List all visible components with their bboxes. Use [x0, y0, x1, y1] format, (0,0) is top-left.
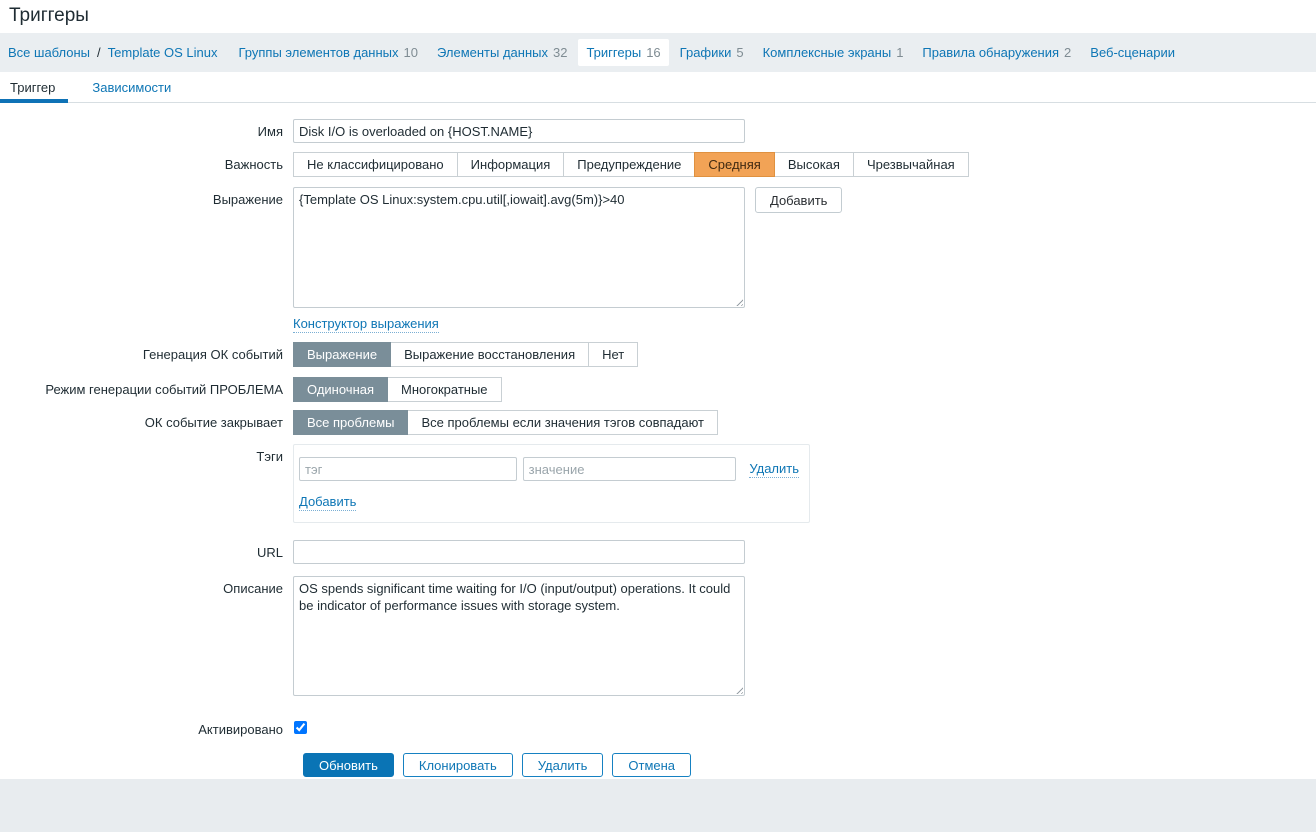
enabled-checkbox[interactable]	[294, 721, 307, 734]
tab-bar: Триггер Зависимости	[0, 72, 1316, 103]
nav-item-triggers[interactable]: Триггеры 16	[578, 39, 669, 66]
nav-item-label: Правила обнаружения	[922, 45, 1060, 60]
nav-item-web-scenarios[interactable]: Веб-сценарии	[1082, 39, 1183, 66]
page: Триггеры Все шаблоны / Template OS Linux…	[0, 0, 1316, 779]
ok-event-closes-label: ОК событие закрывает	[144, 415, 283, 430]
breadcrumb-template-link[interactable]: Template OS Linux	[108, 45, 218, 60]
ok-event-generation-expression[interactable]: Выражение	[293, 342, 392, 367]
nav-item-label: Веб-сценарии	[1090, 45, 1176, 60]
severity-option-warning[interactable]: Предупреждение	[563, 152, 696, 177]
nav-item-count: 2	[1064, 45, 1072, 60]
tags-container: Удалить Добавить	[293, 444, 810, 523]
nav-item-discovery-rules[interactable]: Правила обнаружения 2	[914, 39, 1079, 66]
nav-item-count: 1	[896, 45, 904, 60]
page-title: Триггеры	[9, 5, 89, 26]
nav-item-count: 16	[646, 45, 661, 60]
severity-group: Не классифицировано Информация Предупреж…	[293, 152, 969, 177]
tab-dependencies[interactable]: Зависимости	[82, 72, 184, 102]
expression-add-button[interactable]: Добавить	[755, 187, 843, 213]
nav-item-label: Триггеры	[586, 45, 642, 60]
ok-event-generation-group: Выражение Выражение восстановления Нет	[293, 342, 639, 367]
severity-option-disaster[interactable]: Чрезвычайная	[852, 152, 969, 177]
enabled-label: Активировано	[198, 722, 283, 737]
breadcrumb-nav-bar: Все шаблоны / Template OS Linux Группы э…	[0, 33, 1316, 72]
nav-item-label: Элементы данных	[436, 45, 548, 60]
breadcrumb-all-templates-link[interactable]: Все шаблоны	[8, 45, 90, 60]
clone-button[interactable]: Клонировать	[402, 753, 513, 777]
delete-button[interactable]: Удалить	[521, 753, 604, 777]
ok-event-closes-group: Все проблемы Все проблемы если значения …	[293, 410, 719, 435]
severity-option-high[interactable]: Высокая	[773, 152, 854, 177]
problem-event-mode-multiple[interactable]: Многократные	[387, 377, 502, 402]
tags-label: Тэги	[256, 449, 283, 464]
ok-event-generation-none[interactable]: Нет	[588, 342, 639, 367]
name-input[interactable]	[293, 119, 745, 143]
trigger-form: Имя Важность Не классифицировано Информа…	[0, 103, 1316, 777]
ok-event-closes-matching-tags[interactable]: Все проблемы если значения тэгов совпада…	[407, 410, 719, 435]
nav-item-graphs[interactable]: Графики 5	[672, 39, 752, 66]
nav-item-items[interactable]: Элементы данных 32	[429, 39, 575, 66]
breadcrumb-separator: /	[97, 45, 101, 60]
expression-textarea[interactable]: {Template OS Linux:system.cpu.util[,iowa…	[293, 187, 745, 308]
url-input[interactable]	[293, 540, 745, 564]
nav-item-count: 10	[403, 45, 418, 60]
severity-option-average[interactable]: Средняя	[694, 152, 775, 177]
nav-item-label: Графики	[679, 45, 732, 60]
cancel-button[interactable]: Отмена	[612, 753, 692, 777]
name-label: Имя	[257, 124, 283, 139]
expression-label: Выражение	[212, 192, 283, 207]
nav-item-count: 32	[553, 45, 568, 60]
problem-event-mode-label: Режим генерации событий ПРОБЛЕМА	[45, 382, 283, 397]
severity-label: Важность	[224, 157, 283, 172]
tag-name-input[interactable]	[299, 457, 517, 481]
nav-item-applications[interactable]: Группы элементов данных 10	[231, 39, 426, 66]
problem-event-mode-group: Одиночная Многократные	[293, 377, 502, 402]
nav-item-label: Комплексные экраны	[762, 45, 892, 60]
ok-event-closes-all-problems[interactable]: Все проблемы	[293, 410, 409, 435]
url-label: URL	[256, 545, 283, 560]
tab-trigger[interactable]: Триггер	[0, 72, 69, 103]
description-label: Описание	[223, 581, 283, 596]
expression-constructor-link[interactable]: Конструктор выражения	[293, 316, 439, 333]
tag-add-link[interactable]: Добавить	[299, 494, 357, 511]
ok-event-generation-recovery-expression[interactable]: Выражение восстановления	[390, 342, 590, 367]
tag-value-input[interactable]	[522, 457, 737, 481]
nav-item-label: Группы элементов данных	[238, 45, 399, 60]
nav-item-count: 5	[736, 45, 744, 60]
ok-event-generation-label: Генерация ОК событий	[142, 347, 283, 362]
tag-remove-link[interactable]: Удалить	[749, 461, 799, 478]
form-footer: Обновить Клонировать Удалить Отмена	[303, 753, 1316, 777]
problem-event-mode-single[interactable]: Одиночная	[293, 377, 389, 402]
description-textarea[interactable]: OS spends significant time waiting for I…	[293, 576, 745, 696]
severity-option-not-classified[interactable]: Не классифицировано	[293, 152, 458, 177]
nav-item-screens[interactable]: Комплексные экраны 1	[755, 39, 912, 66]
update-button[interactable]: Обновить	[303, 753, 394, 777]
severity-option-information[interactable]: Информация	[456, 152, 565, 177]
